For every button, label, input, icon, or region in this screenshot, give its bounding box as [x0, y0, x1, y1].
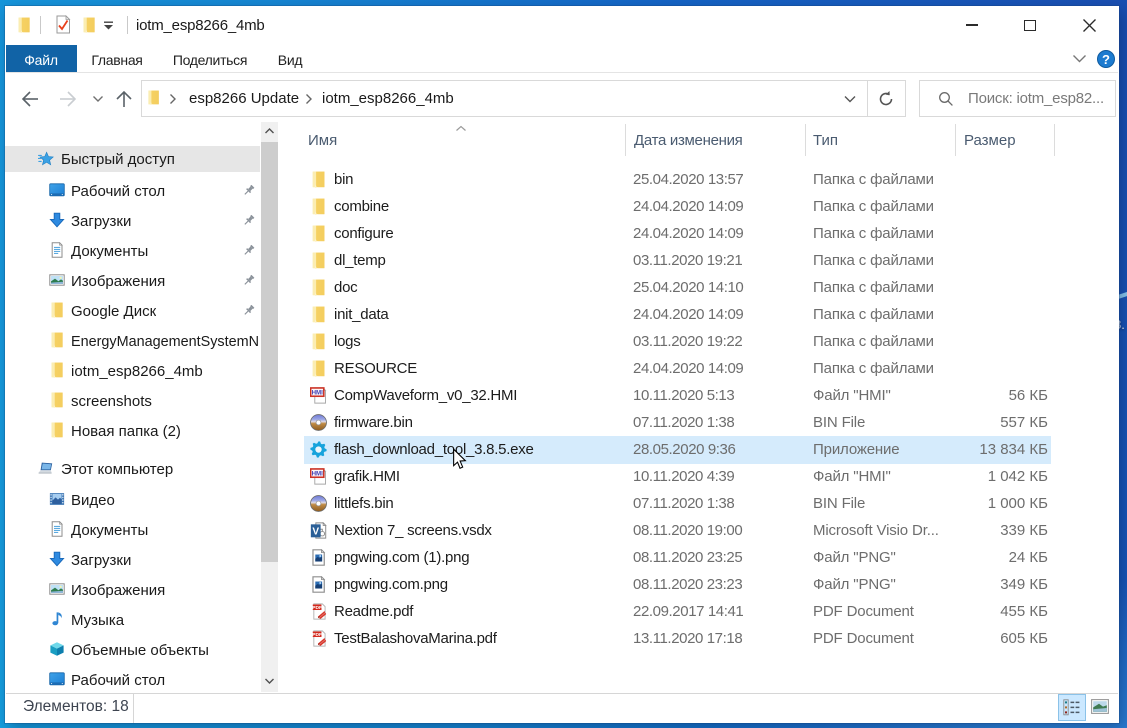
svg-text:V: V	[312, 526, 319, 537]
svg-text:HMI: HMI	[312, 471, 324, 478]
svg-text:PDF: PDF	[312, 605, 322, 611]
svg-text:HMI: HMI	[312, 390, 324, 397]
svg-text:PDF: PDF	[312, 632, 322, 638]
